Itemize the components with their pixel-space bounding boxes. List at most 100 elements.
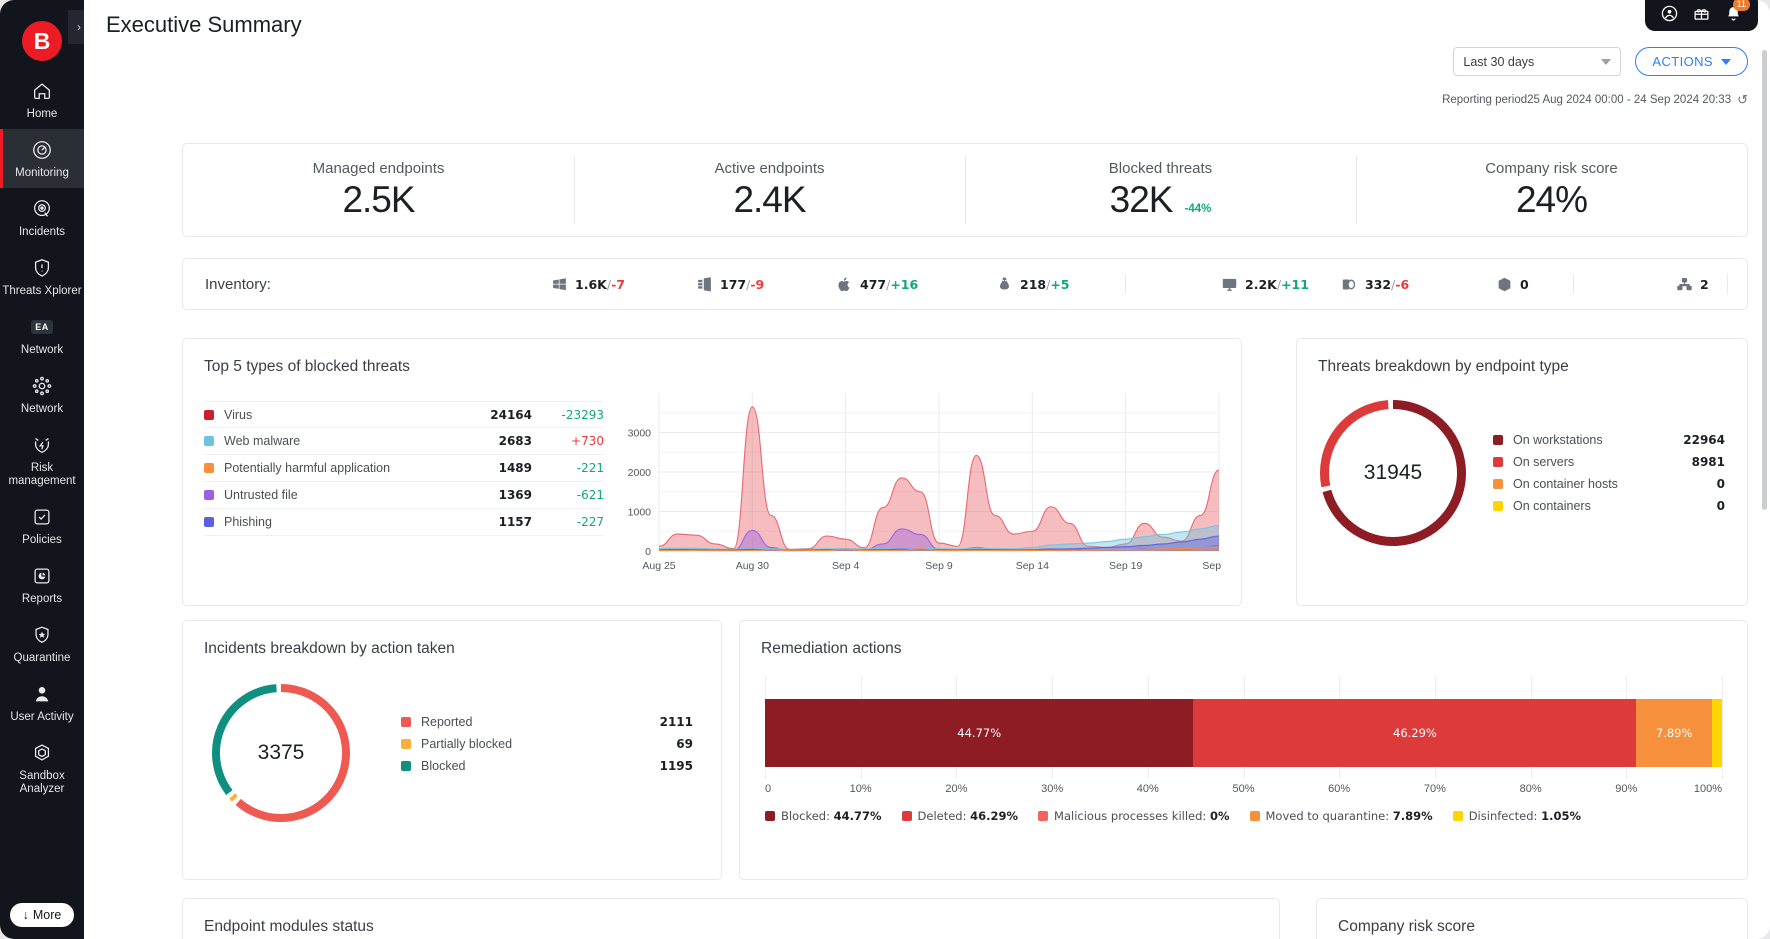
quarantine-shield-icon <box>30 623 54 647</box>
inventory-label: Inventory: <box>205 275 271 293</box>
vertical-scrollbar[interactable] <box>1762 50 1767 929</box>
sidebar-item-quarantine[interactable]: Quarantine <box>0 614 84 673</box>
arrow-down-icon: ↓ <box>22 908 29 922</box>
svg-text:1000: 1000 <box>628 507 652 519</box>
gridline <box>1722 675 1723 779</box>
account-icon[interactable] <box>1661 5 1678 27</box>
inventory-card: Inventory: 1.6K/-7 177/-9 477/+16 218/+5 2.2… <box>182 258 1748 310</box>
top5-row[interactable]: Untrusted file 1369 -621 <box>204 482 604 509</box>
inventory-count: 177/-9 <box>720 276 765 292</box>
chevron-down-icon <box>1601 58 1612 65</box>
sidebar-item-reports[interactable]: Reports <box>0 555 84 614</box>
sandbox-box-icon <box>30 741 54 765</box>
breakdown-legend: On workstations 22964 On servers 8981 On con… <box>1493 431 1725 519</box>
sidebar-nav: Home Monitoring Incidents Threats Xplorer EA… <box>0 70 84 804</box>
svg-text:Sep 19: Sep 19 <box>1109 560 1142 572</box>
remediation-segment-disinfected[interactable] <box>1711 699 1722 767</box>
kpi-delta: -44% <box>1184 202 1212 215</box>
dashboard-icon <box>30 138 54 162</box>
inventory-item[interactable]: 218/+5 <box>995 275 1069 293</box>
legend-swatch <box>1493 456 1503 467</box>
top5-row[interactable]: Web malware 2683 +730 <box>204 428 604 455</box>
axis-tick: 40% <box>1136 783 1159 795</box>
top5-row[interactable]: Phishing 1157 -227 <box>204 509 604 536</box>
legend-label: Moved to quarantine: 7.89% <box>1265 809 1433 823</box>
inventory-item[interactable]: 332/-6 <box>1340 275 1409 293</box>
refresh-icon[interactable]: ↺ <box>1737 92 1748 108</box>
remediation-legend-item[interactable]: Disinfected: 1.05% <box>1452 809 1581 823</box>
kpi-label: Blocked threats <box>1108 159 1213 177</box>
kpi-value: 24% <box>1515 178 1588 220</box>
chevron-right-icon[interactable]: › <box>68 10 84 44</box>
incidents-legend-row[interactable]: Blocked 1195 <box>401 757 693 774</box>
legend-swatch <box>901 811 912 821</box>
kpi-active-endpoints: Active endpoints 2.4K <box>574 144 965 236</box>
sidebar-item-incidents[interactable]: Incidents <box>0 188 84 247</box>
legend-label: Disinfected: 1.05% <box>1468 809 1581 823</box>
more-button[interactable]: ↓ More <box>9 903 75 927</box>
legend-swatch <box>765 811 775 821</box>
svg-text:Sep 24: Sep 24 <box>1202 560 1223 572</box>
remediation-segment-deleted[interactable]: 46.29% <box>1193 699 1637 767</box>
remediation-segment-moved-to-quarantine[interactable]: 7.89% <box>1636 699 1712 767</box>
sidebar-item-label: Sandbox Analyzer <box>19 770 65 795</box>
top5-row[interactable]: Virus 24164 -23293 <box>204 401 604 428</box>
brand-logo[interactable]: B <box>22 21 62 61</box>
sidebar-item-policies[interactable]: Policies <box>0 496 84 555</box>
top5-name: Potentially harmful application <box>224 461 391 475</box>
incidents-donut-chart: 3375 <box>211 683 351 823</box>
inventory-item[interactable]: 477/+16 <box>835 275 918 293</box>
inventory-item[interactable]: 2.2K/+11 <box>1220 275 1309 293</box>
bell-icon[interactable]: 11 <box>1725 0 1750 27</box>
ea-badge: EA <box>31 320 53 334</box>
sidebar-item-user-activity[interactable]: User Activity <box>0 673 84 732</box>
inventory-item[interactable]: 1.6K/-7 <box>550 275 625 293</box>
inventory-count: 2 <box>1700 276 1709 292</box>
top5-value: 24164 <box>490 407 532 422</box>
incidents-legend-row[interactable]: Reported 2111 <box>401 713 693 730</box>
remediation-actions-panel: Remediation actions 44.77% 46.29% 7.89% 0 1… <box>739 620 1748 880</box>
modules-title: Endpoint modules status <box>204 918 374 935</box>
scrollbar-thumb[interactable] <box>1762 50 1767 510</box>
reporting-period: Reporting period25 Aug 2024 00:00 - 24 S… <box>1442 92 1748 108</box>
breakdown-legend-row[interactable]: On container hosts 0 <box>1493 475 1725 492</box>
legend-value: 22964 <box>1683 432 1725 447</box>
gift-icon[interactable] <box>1693 5 1710 27</box>
inventory-item[interactable]: 2 <box>1675 275 1709 293</box>
remediation-legend-item[interactable]: Moved to quarantine: 7.89% <box>1249 809 1433 823</box>
inventory-item[interactable]: 0 <box>1495 275 1529 293</box>
sidebar-item-monitoring[interactable]: Monitoring <box>0 129 84 188</box>
user-toolbar: 11 <box>1645 0 1758 31</box>
sidebar-item-label: Incidents <box>18 226 66 238</box>
breakdown-legend-row[interactable]: On servers 8981 <box>1493 453 1725 470</box>
sidebar-item-risk-management[interactable]: Risk management <box>0 424 84 496</box>
remediation-legend-item[interactable]: Malicious processes killed: 0% <box>1038 809 1230 823</box>
top5-name: Web malware <box>224 434 301 448</box>
legend-swatch <box>1493 500 1503 511</box>
incidents-legend-row[interactable]: Partially blocked 69 <box>401 735 693 752</box>
breakdown-legend-row[interactable]: On containers 0 <box>1493 497 1725 514</box>
sidebar-item-network[interactable]: Network <box>0 365 84 424</box>
remediation-legend-item[interactable]: Blocked: 44.77% <box>765 809 882 823</box>
sidebar-item-home[interactable]: Home <box>0 70 84 129</box>
top5-delta: -221 <box>576 461 604 475</box>
remediation-legend-item[interactable]: Deleted: 46.29% <box>901 809 1018 823</box>
inventory-items: 1.6K/-7 177/-9 477/+16 218/+5 2.2K/+11 332/-6… <box>375 272 1728 296</box>
top5-delta: +730 <box>571 434 604 448</box>
top5-row[interactable]: Potentially harmful application 1489 -221 <box>204 455 604 482</box>
sidebar-item-network[interactable]: EA Network <box>0 306 84 365</box>
sidebar-item-sandbox-analyzer[interactable]: Sandbox Analyzer <box>0 732 84 804</box>
shield-alert-icon <box>30 256 54 280</box>
top5-title: Top 5 types of blocked threats <box>204 358 410 375</box>
virtual-machine-icon <box>1340 275 1358 293</box>
actions-button[interactable]: ACTIONS <box>1635 47 1748 76</box>
inventory-item[interactable]: 177/-9 <box>695 275 764 293</box>
date-range-select[interactable]: Last 30 days <box>1453 47 1622 76</box>
date-range-value: Last 30 days <box>1463 54 1535 69</box>
breakdown-legend-row[interactable]: On workstations 22964 <box>1493 431 1725 448</box>
remediation-axis-ticks: 0 10% 20% 30% 40% 50% 60% 70% 80% 90% 100% <box>765 783 1722 799</box>
remediation-title: Remediation actions <box>761 640 902 657</box>
remediation-segment-blocked[interactable]: 44.77% <box>765 699 1194 767</box>
sidebar-item-threats-xplorer[interactable]: Threats Xplorer <box>0 247 84 306</box>
page-title: Executive Summary <box>106 12 302 37</box>
